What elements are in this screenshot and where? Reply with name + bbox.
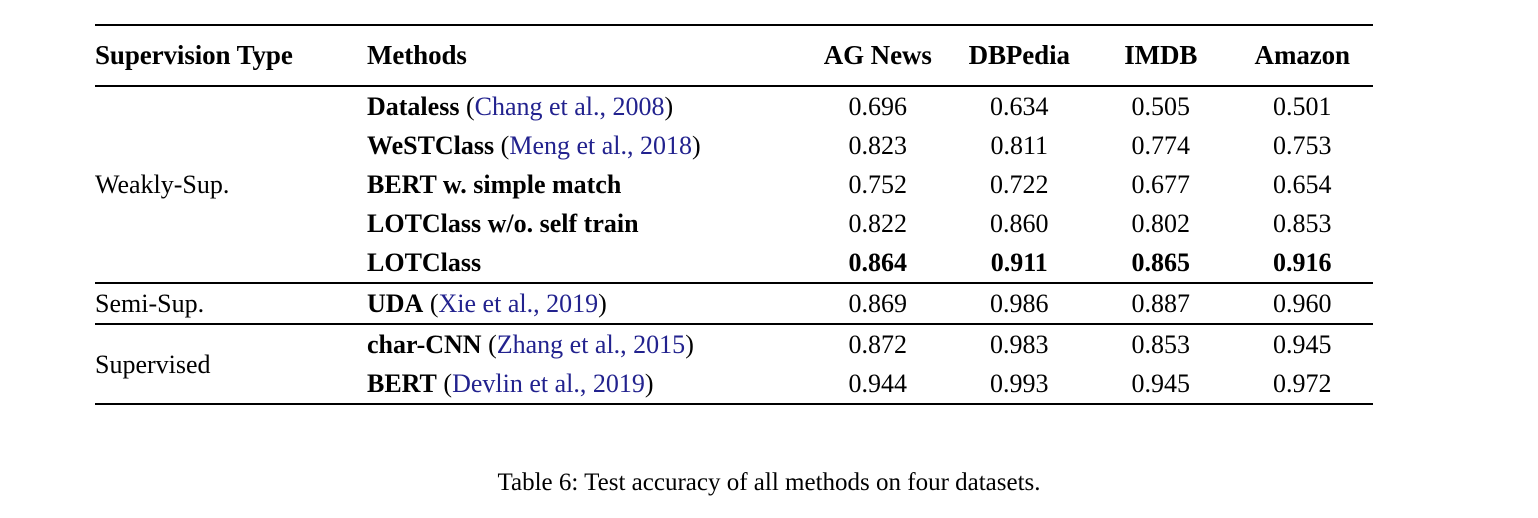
citation-close-paren: ) bbox=[692, 131, 701, 160]
supervision-type-cell: Weakly-Sup. bbox=[95, 170, 230, 199]
table-figure-page: Supervision Type Methods AG News DBPedia… bbox=[0, 0, 1538, 518]
score-cell-agnews: 0.752 bbox=[848, 170, 908, 199]
table-row: Supervised char-CNN (Zhang et al., 2015) 0… bbox=[95, 324, 1373, 379]
citation-link[interactable]: Chang et al., 2008 bbox=[475, 92, 665, 121]
column-header-ag-news: AG News bbox=[823, 40, 932, 70]
score-cell-amazon: 0.960 bbox=[1273, 289, 1332, 318]
method-name: char-CNN bbox=[367, 330, 482, 359]
score-cell-dbpedia: 0.722 bbox=[990, 170, 1049, 199]
score-cell-dbpedia: 0.860 bbox=[990, 209, 1049, 238]
citation-close-paren: ) bbox=[644, 369, 654, 398]
citation-open-paren: ( bbox=[481, 330, 497, 359]
score-cell-amazon: 0.753 bbox=[1273, 131, 1332, 160]
score-cell-agnews: 0.696 bbox=[848, 92, 908, 121]
method-name: Dataless bbox=[367, 92, 460, 121]
score-cell-agnews: 0.822 bbox=[848, 209, 908, 238]
table-header-row: Supervision Type Methods AG News DBPedia… bbox=[95, 25, 1373, 86]
column-header-supervision-type: Supervision Type bbox=[95, 40, 293, 70]
table-caption: Table 6: Test accuracy of all methods on… bbox=[497, 469, 1041, 496]
score-cell-imdb: 0.865 bbox=[1131, 248, 1191, 277]
method-cell: BERT w. simple match bbox=[367, 165, 807, 204]
score-cell-agnews: 0.823 bbox=[848, 131, 908, 160]
score-cell-imdb: 0.853 bbox=[1131, 330, 1191, 359]
score-cell-agnews: 0.944 bbox=[848, 369, 908, 398]
citation-close-paren: ) bbox=[598, 289, 607, 318]
score-cell-dbpedia: 0.811 bbox=[990, 131, 1049, 160]
citation-close-paren: ) bbox=[664, 92, 674, 121]
score-cell-agnews: 0.872 bbox=[848, 330, 908, 359]
score-cell-imdb: 0.802 bbox=[1131, 209, 1191, 238]
citation-open-paren: ( bbox=[423, 289, 439, 318]
column-header-dbpedia: DBPedia bbox=[968, 40, 1070, 70]
score-cell-imdb: 0.505 bbox=[1131, 92, 1191, 121]
citation-link[interactable]: Zhang et al., 2015 bbox=[497, 330, 685, 359]
citation-open-paren: ( bbox=[459, 92, 475, 121]
citation-link[interactable]: Meng et al., 2018 bbox=[509, 131, 692, 160]
score-cell-amazon: 0.654 bbox=[1273, 170, 1332, 199]
citation-link[interactable]: Devlin et al., 2019 bbox=[452, 369, 645, 398]
citation-open-paren: ( bbox=[494, 131, 510, 160]
column-header-amazon: Amazon bbox=[1254, 40, 1350, 70]
method-cell: BERT (Devlin et al., 2019) bbox=[367, 364, 807, 404]
score-cell-imdb: 0.677 bbox=[1131, 170, 1191, 199]
score-cell-agnews: 0.869 bbox=[848, 289, 908, 318]
table-row: Semi-Sup. UDA (Xie et al., 2019) 0.869 0.98… bbox=[95, 283, 1373, 324]
score-cell-dbpedia: 0.986 bbox=[990, 289, 1049, 318]
citation-close-paren: ) bbox=[685, 330, 694, 359]
supervision-type-cell: Supervised bbox=[95, 349, 211, 379]
score-cell-imdb: 0.774 bbox=[1131, 131, 1191, 160]
method-name: BERT w. simple match bbox=[367, 170, 622, 199]
method-name: UDA bbox=[367, 289, 424, 318]
results-table-container: Supervision Type Methods AG News DBPedia… bbox=[95, 24, 1373, 405]
method-cell: WeSTClass (Meng et al., 2018) bbox=[367, 126, 807, 165]
score-cell-dbpedia: 0.993 bbox=[990, 369, 1049, 398]
method-name: BERT bbox=[367, 369, 437, 398]
column-header-methods: Methods bbox=[367, 40, 467, 70]
score-cell-amazon: 0.916 bbox=[1273, 248, 1332, 277]
supervision-type-cell: Semi-Sup. bbox=[95, 289, 205, 318]
method-name: LOTClass w/o. self train bbox=[367, 209, 639, 238]
score-cell-imdb: 0.887 bbox=[1131, 289, 1191, 318]
score-cell-dbpedia: 0.911 bbox=[990, 248, 1048, 277]
score-cell-dbpedia: 0.983 bbox=[990, 330, 1049, 359]
method-cell: char-CNN (Zhang et al., 2015) bbox=[367, 324, 807, 364]
method-cell: UDA (Xie et al., 2019) bbox=[367, 283, 807, 324]
results-table: Supervision Type Methods AG News DBPedia… bbox=[95, 24, 1373, 405]
table-head: Supervision Type Methods AG News DBPedia… bbox=[95, 25, 1373, 86]
table-row: Weakly-Sup. Dataless (Chang et al., 2008)… bbox=[95, 86, 1373, 199]
citation-link[interactable]: Xie et al., 2019 bbox=[439, 289, 599, 318]
score-cell-amazon: 0.945 bbox=[1273, 330, 1332, 359]
method-cell: LOTClass bbox=[367, 243, 807, 283]
score-cell-agnews: 0.864 bbox=[848, 248, 908, 277]
score-cell-imdb: 0.945 bbox=[1131, 369, 1191, 398]
method-cell: LOTClass w/o. self train bbox=[367, 204, 807, 243]
citation-open-paren: ( bbox=[436, 369, 453, 398]
method-cell: Dataless (Chang et al., 2008) bbox=[367, 86, 807, 126]
score-cell-amazon: 0.501 bbox=[1273, 92, 1332, 121]
score-cell-dbpedia: 0.634 bbox=[990, 92, 1049, 121]
score-cell-amazon: 0.972 bbox=[1273, 369, 1332, 398]
table-body: Weakly-Sup. Dataless (Chang et al., 2008)… bbox=[95, 86, 1373, 404]
method-name: LOTClass bbox=[367, 248, 482, 277]
score-cell-amazon: 0.853 bbox=[1273, 209, 1332, 238]
method-name: WeSTClass bbox=[367, 131, 495, 160]
column-header-imdb: IMDB bbox=[1124, 40, 1198, 70]
